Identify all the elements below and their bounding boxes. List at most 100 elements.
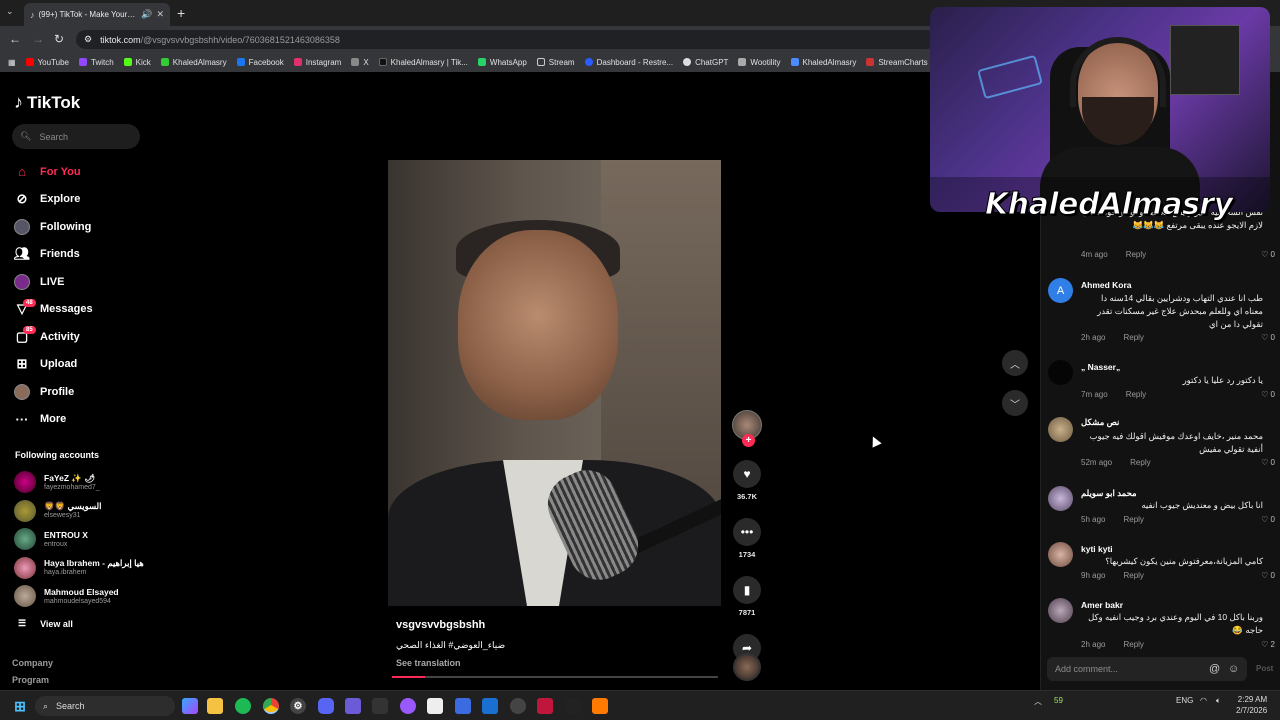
avatar[interactable] bbox=[1048, 486, 1073, 511]
avatar[interactable] bbox=[1048, 360, 1073, 385]
comment-like[interactable]: ♡ 0 bbox=[1261, 390, 1275, 399]
forward-icon[interactable]: → bbox=[32, 32, 44, 46]
nav-friends[interactable]: 👥︎ Friends bbox=[14, 241, 154, 269]
bookmark-chatgpt[interactable]: ChatGPT bbox=[683, 58, 728, 67]
bookmark-x[interactable]: X bbox=[351, 58, 369, 67]
comment-author[interactable]: kyti kyti bbox=[1081, 544, 1113, 554]
like-button[interactable]: ♥ 36.7K bbox=[732, 460, 762, 501]
nav-upload[interactable]: ⊞ Upload bbox=[14, 351, 154, 379]
comment-like[interactable]: ♡ 0 bbox=[1261, 515, 1275, 524]
avatar[interactable] bbox=[1048, 417, 1073, 442]
avatar[interactable] bbox=[1048, 598, 1073, 623]
browser-tab[interactable]: ♪ (99+) TikTok - Make Your Da 🔊 ✕ bbox=[24, 3, 170, 26]
post-button[interactable]: Post bbox=[1256, 664, 1273, 673]
tiktok-logo[interactable]: ♪ TikTok bbox=[14, 92, 80, 113]
bookmark-instagram[interactable]: Instagram bbox=[293, 58, 341, 67]
windows-start-icon[interactable]: ⊞ bbox=[12, 698, 28, 714]
address-bar[interactable]: ⚙ tiktok.com/@vsgvsvvbgsbshh/video/76036… bbox=[76, 30, 936, 49]
avatar[interactable] bbox=[1048, 542, 1073, 567]
nav-explore[interactable]: ⊘ Explore bbox=[14, 186, 154, 214]
comment-like[interactable]: ♡ 0 bbox=[1261, 250, 1275, 259]
video-author[interactable]: vsgvsvvbgsbshh bbox=[396, 619, 485, 631]
reload-icon[interactable]: ↻ bbox=[54, 32, 64, 46]
nav-profile[interactable]: Profile bbox=[14, 378, 154, 406]
comment-like[interactable]: ♡ 0 bbox=[1261, 571, 1275, 580]
bookmark-khaledalmasry[interactable]: KhaledAlmasry bbox=[160, 58, 227, 67]
avatar[interactable]: A bbox=[1048, 278, 1073, 303]
bookmark-dashboard[interactable]: Dashboard - Restre... bbox=[584, 58, 673, 67]
bookmark-khaledalmasry-2[interactable]: KhaledAlmasry bbox=[790, 58, 856, 67]
nav-activity[interactable]: ▢ 85 Activity bbox=[14, 323, 154, 351]
discord-icon[interactable] bbox=[318, 698, 334, 714]
obs-icon[interactable] bbox=[400, 698, 416, 714]
following-account[interactable]: FaYeZ ✨ 🌶 fayezmohamed7_ bbox=[14, 468, 164, 497]
reply-button[interactable]: Reply bbox=[1126, 250, 1146, 259]
app-icon[interactable] bbox=[482, 698, 498, 714]
store-icon[interactable] bbox=[427, 698, 443, 714]
bookmark-streamcharts[interactable]: StreamCharts bbox=[866, 58, 928, 67]
comment-author[interactable]: „ Nasser„ bbox=[1081, 362, 1120, 372]
app-icon-3[interactable] bbox=[565, 698, 581, 714]
comment-author[interactable]: نص مشكل bbox=[1081, 417, 1119, 428]
keyboard-app-icon[interactable] bbox=[372, 698, 388, 714]
reply-button[interactable]: Reply bbox=[1126, 390, 1146, 399]
app-icon-4[interactable] bbox=[592, 698, 608, 714]
bookmark-tiktok[interactable]: KhaledAlmasry | Tik... bbox=[378, 58, 468, 67]
comment-author[interactable]: Amer bakr bbox=[1081, 600, 1123, 610]
comment-like[interactable]: ♡ 0 bbox=[1261, 333, 1275, 342]
view-all-button[interactable]: ☰ View all bbox=[18, 618, 73, 629]
reply-button[interactable]: Reply bbox=[1123, 571, 1143, 580]
speaker-icon[interactable]: 🔊 bbox=[141, 9, 152, 20]
emoji-icon[interactable]: ☺ bbox=[1228, 663, 1239, 675]
wifi-icon[interactable]: ◠ bbox=[1200, 696, 1207, 705]
game-controller-icon[interactable] bbox=[455, 698, 471, 714]
reply-button[interactable]: Reply bbox=[1123, 333, 1143, 342]
copilot-icon[interactable] bbox=[182, 698, 198, 714]
bookmark-whatsapp[interactable]: WhatsApp bbox=[477, 58, 527, 67]
nav-live[interactable]: LIVE bbox=[14, 268, 154, 296]
following-account[interactable]: Mahmoud Elsayed mahmoudelsayed594 bbox=[14, 582, 164, 611]
nav-more[interactable]: ··· More bbox=[14, 406, 154, 434]
spotify-icon[interactable] bbox=[235, 698, 251, 714]
save-button[interactable]: ▮ 7871 bbox=[732, 576, 762, 617]
reply-button[interactable]: Reply bbox=[1130, 458, 1150, 467]
mention-icon[interactable]: @ bbox=[1209, 663, 1220, 675]
nav-messages[interactable]: ▽ 48 Messages bbox=[14, 296, 154, 324]
valorant-icon[interactable] bbox=[537, 698, 553, 714]
comment-author[interactable]: Ahmed Kora bbox=[1081, 280, 1132, 290]
tab-close-icon[interactable]: ✕ bbox=[156, 9, 164, 20]
comment-author[interactable]: محمد ابو سويلم bbox=[1081, 488, 1137, 499]
bookmark-stream-folder[interactable]: Stream bbox=[536, 58, 575, 67]
comment-button[interactable]: ••• 1734 bbox=[732, 518, 762, 559]
new-tab-button[interactable]: + bbox=[177, 5, 185, 21]
settings-icon[interactable]: ⚙ bbox=[290, 698, 306, 714]
previous-video-button[interactable]: ︿ bbox=[1002, 350, 1028, 376]
reply-button[interactable]: Reply bbox=[1123, 640, 1143, 649]
footer-company[interactable]: Company bbox=[12, 658, 53, 668]
bookmark-kick[interactable]: Kick bbox=[123, 58, 151, 67]
following-account[interactable]: Haya Ibrahem - هيا إبراهيم haya.ibrahem bbox=[14, 554, 164, 583]
follow-plus-icon[interactable]: + bbox=[742, 434, 755, 447]
nav-for-you[interactable]: ⌂ For You bbox=[14, 158, 154, 186]
next-video-button[interactable]: ﹀ bbox=[1002, 390, 1028, 416]
nav-following[interactable]: Following bbox=[14, 213, 154, 241]
search-input[interactable]: 🔍︎ Search bbox=[12, 124, 140, 149]
taskbar-search[interactable]: ⌕ Search bbox=[35, 696, 175, 716]
apps-icon[interactable]: ▦ bbox=[8, 58, 16, 67]
reply-button[interactable]: Reply bbox=[1123, 515, 1143, 524]
site-info-icon[interactable]: ⚙ bbox=[84, 34, 92, 45]
language-indicator[interactable]: ENG bbox=[1176, 696, 1193, 705]
comment-like[interactable]: ♡ 0 bbox=[1261, 458, 1275, 467]
see-translation-link[interactable]: See translation bbox=[396, 658, 461, 668]
bookmark-youtube[interactable]: YouTube bbox=[25, 58, 69, 67]
music-disc-icon[interactable] bbox=[733, 653, 761, 681]
following-account[interactable]: ENTROU Xentroux bbox=[14, 525, 164, 554]
file-explorer-icon[interactable] bbox=[207, 698, 223, 714]
following-account[interactable]: 🦁🦁 السويسي elsewesy31 bbox=[14, 497, 164, 526]
taskbar-clock[interactable]: 2:29 AM 2/7/2026 bbox=[1236, 694, 1267, 716]
apps-grid-icon[interactable] bbox=[345, 698, 361, 714]
bookmark-facebook[interactable]: Facebook bbox=[236, 58, 284, 67]
tray-chevron-icon[interactable]: ︿ bbox=[1034, 696, 1042, 707]
chrome-icon[interactable] bbox=[263, 698, 279, 714]
bookmark-wootility[interactable]: Wootility bbox=[738, 58, 781, 67]
